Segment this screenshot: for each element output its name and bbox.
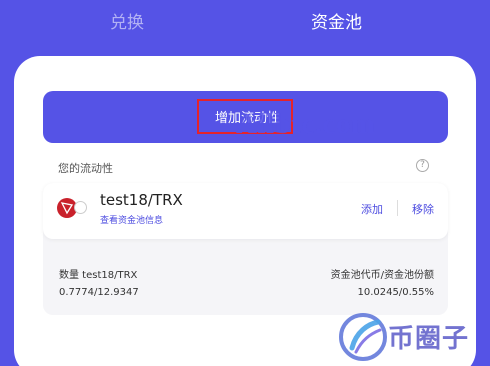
tab-exchange[interactable]: 兑换 [110,8,144,33]
test18-token-icon [74,201,87,214]
top-tabs: 兑换 资金池 [0,0,490,40]
help-icon[interactable]: ? [416,159,429,172]
section-title: 您的流动性 [58,162,113,175]
share-value: 10.0245/0.55% [357,287,435,298]
add-button[interactable]: 添加 [361,201,383,217]
action-divider [397,200,398,216]
amount-label: 数量 test18/TRX [59,270,138,281]
remove-button[interactable]: 移除 [412,201,434,217]
pool-position: test18/TRX 查看资金池信息 添加 移除 数量 test18/TRX 0… [43,183,448,315]
watermark-text: Allbtc.com [236,108,376,140]
share-label: 资金池代币/资金池份额 [330,270,434,281]
brand-logo-icon [338,312,388,362]
tab-pool[interactable]: 资金池 [311,8,362,33]
pool-row[interactable]: test18/TRX 查看资金池信息 添加 移除 [43,183,448,239]
brand-watermark: 币圈子 [388,324,470,354]
view-pool-info-link[interactable]: 查看资金池信息 [100,213,163,226]
pool-name: test18/TRX [100,191,183,209]
amount-value: 0.7774/12.9347 [59,287,139,298]
